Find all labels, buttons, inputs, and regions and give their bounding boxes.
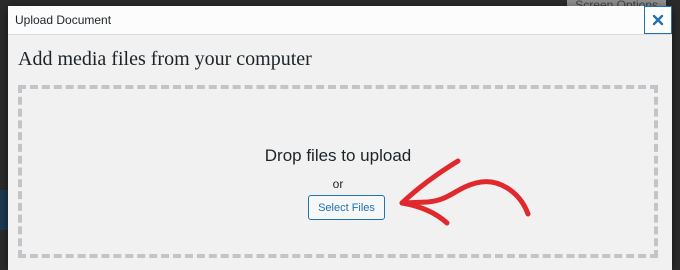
drop-zone[interactable]: Drop files to upload or Select Files (18, 85, 658, 258)
close-icon (652, 14, 664, 26)
upload-heading: Add media files from your computer (18, 48, 312, 70)
select-files-button[interactable]: Select Files (308, 195, 385, 220)
admin-sidebar-edge (0, 190, 8, 230)
upload-modal: Upload Document Add media files from you… (8, 6, 672, 270)
or-text: or (332, 177, 344, 191)
close-button[interactable] (644, 6, 672, 34)
modal-title: Upload Document (15, 13, 112, 27)
drop-files-text: Drop files to upload (264, 146, 412, 165)
modal-header: Upload Document (8, 6, 672, 35)
